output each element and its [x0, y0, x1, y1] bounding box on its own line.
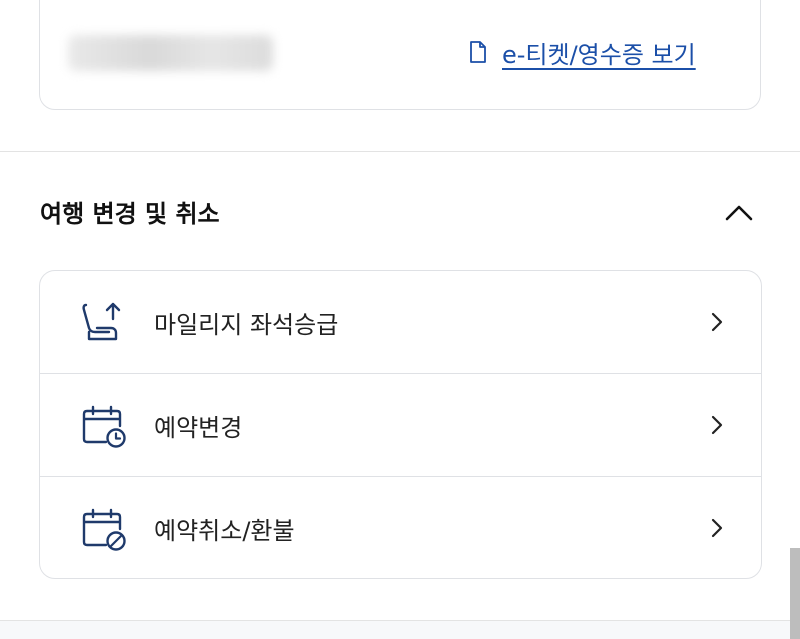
chevron-right-icon [711, 415, 723, 435]
menu-item-label: 예약변경 [154, 413, 243, 442]
chevron-right-icon [711, 518, 723, 538]
menu-item-mileage-upgrade[interactable]: 마일리지 좌석승급 [40, 271, 761, 373]
trip-change-menu: 마일리지 좌석승급 예약변경 예약취소/환불 [39, 270, 762, 579]
document-icon [470, 41, 486, 63]
eticket-link-label: e-티켓/영수증 보기 [502, 40, 696, 69]
menu-item-label: 예약취소/환불 [154, 516, 295, 545]
section-divider [0, 151, 800, 152]
menu-item-label: 마일리지 좌석승급 [154, 310, 339, 339]
calendar-clock-icon [82, 405, 126, 448]
scrollbar-thumb[interactable] [790, 548, 800, 639]
seat-upgrade-icon [82, 302, 121, 341]
eticket-receipt-link[interactable]: e-티켓/영수증 보기 [468, 36, 696, 69]
chevron-up-icon[interactable] [722, 196, 756, 230]
chevron-right-icon [711, 312, 723, 332]
menu-item-change-reservation[interactable]: 예약변경 [40, 373, 761, 476]
menu-item-cancel-refund[interactable]: 예약취소/환불 [40, 476, 761, 578]
calendar-cancel-icon [82, 508, 126, 551]
masked-reservation-number [68, 35, 273, 71]
section-title: 여행 변경 및 취소 [40, 200, 220, 228]
next-section-background [0, 621, 800, 639]
